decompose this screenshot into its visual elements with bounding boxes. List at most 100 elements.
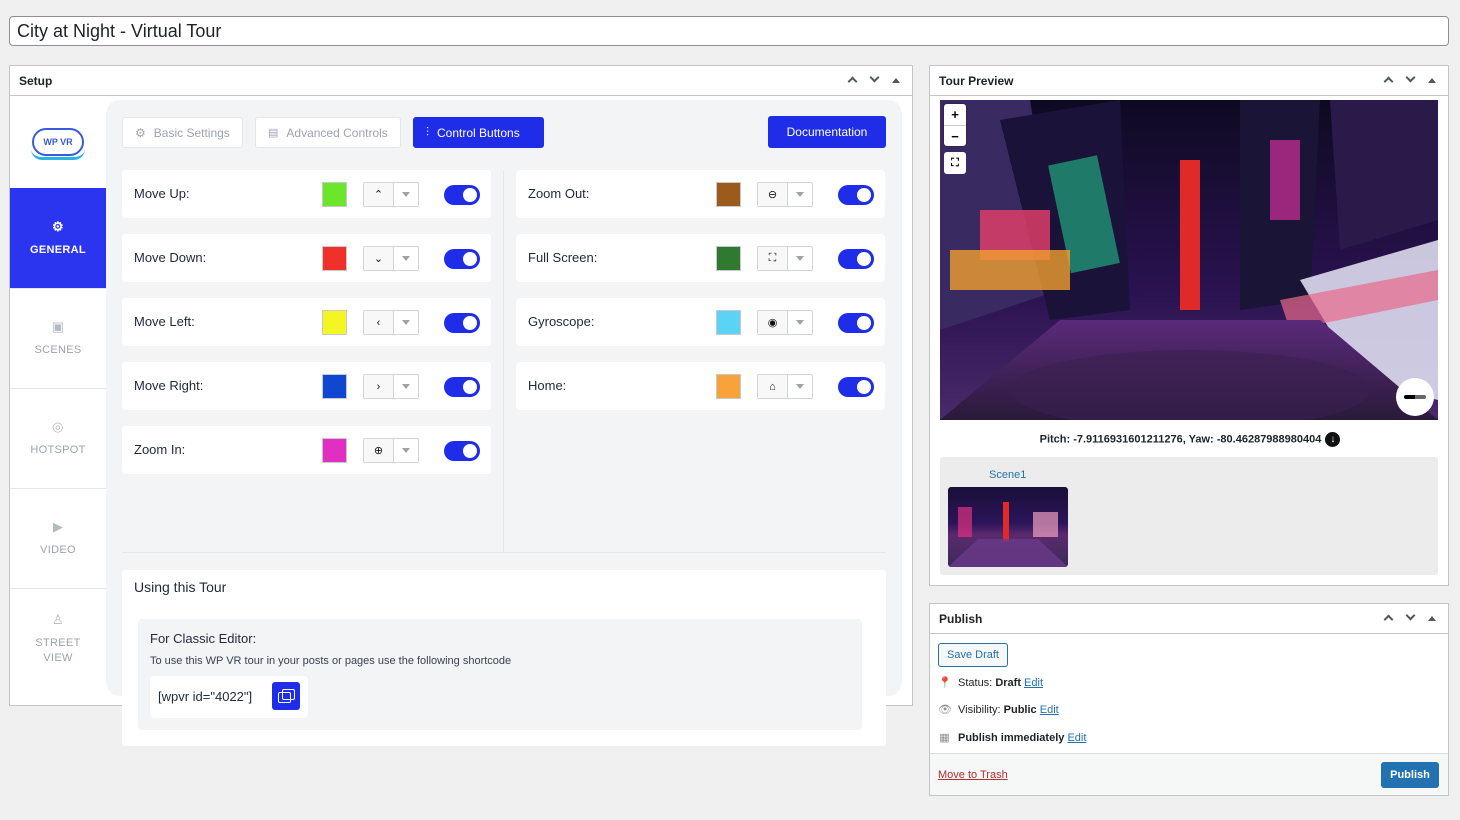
icon-select[interactable]: ⌄ [363, 246, 419, 271]
tab-basic-settings[interactable]: ⚙ Basic Settings [122, 117, 243, 148]
color-picker[interactable] [322, 310, 347, 335]
collapse-toggle-icon[interactable] [1425, 613, 1439, 624]
classic-editor-heading: For Classic Editor: [150, 631, 257, 646]
sidebar-item-hotspot[interactable]: ◎ HOTSPOT [10, 388, 106, 488]
color-picker[interactable] [322, 182, 347, 207]
sidebar-item-label: GENERAL [30, 243, 86, 256]
icon-select[interactable]: ⛶ [757, 246, 813, 271]
street-view-icon: ♙ [52, 611, 64, 627]
dropdown-caret-icon[interactable] [796, 384, 804, 389]
color-picker[interactable] [716, 246, 741, 271]
enable-toggle[interactable] [838, 249, 874, 269]
panorama-image[interactable] [940, 100, 1438, 420]
tab-advanced-controls[interactable]: ▤ Advanced Controls [255, 117, 401, 148]
enable-toggle[interactable] [444, 377, 480, 397]
save-draft-button[interactable]: Save Draft [938, 643, 1008, 667]
enable-toggle[interactable] [838, 313, 874, 333]
publish-button[interactable]: Publish [1381, 762, 1439, 788]
tour-preview-box: Tour Preview + − ⛶ Pitch: -7.91169316012… [929, 65, 1449, 586]
compass-icon[interactable] [1396, 378, 1434, 416]
scene-thumbnail[interactable] [948, 487, 1068, 567]
color-picker[interactable] [322, 374, 347, 399]
gear-icon: ⚙ [52, 218, 64, 234]
eye-icon: 👁 [938, 704, 952, 716]
post-title-input[interactable]: City at Night - Virtual Tour [9, 16, 1449, 46]
dropdown-caret-icon[interactable] [402, 384, 410, 389]
enable-toggle[interactable] [444, 185, 480, 205]
move-down-icon[interactable] [1403, 610, 1417, 626]
document-icon: ▤ [268, 127, 279, 139]
icon-select[interactable]: ⊕ [363, 438, 419, 463]
column-divider [503, 170, 504, 552]
color-picker[interactable] [322, 438, 347, 463]
documentation-button[interactable]: Documentation [768, 116, 886, 148]
color-picker[interactable] [716, 374, 741, 399]
copy-shortcode-button[interactable] [272, 682, 300, 710]
sidebar-item-street-view[interactable]: ♙ STREET VIEW [10, 588, 106, 688]
download-icon[interactable]: ↓ [1325, 432, 1341, 447]
sidebar-item-label: STREET VIEW [35, 636, 81, 664]
enable-toggle[interactable] [838, 185, 874, 205]
fullscreen-icon: ⛶ [768, 252, 777, 264]
enable-toggle[interactable] [838, 377, 874, 397]
setup-box-title: Setup [19, 73, 53, 88]
sidebar-item-general[interactable]: ⚙ GENERAL [10, 188, 106, 288]
color-picker[interactable] [716, 182, 741, 207]
collapse-toggle-icon[interactable] [889, 75, 903, 86]
home-icon: ⌂ [769, 380, 776, 393]
icon-select[interactable]: › [363, 374, 419, 399]
move-up-icon[interactable] [1381, 612, 1395, 626]
icon-select[interactable]: ⌂ [757, 374, 813, 399]
wpvr-logo: WP VR [10, 96, 106, 188]
shortcode-field[interactable]: [wpvr id="4022"] [150, 676, 308, 718]
shortcode-text[interactable]: [wpvr id="4022"] [158, 689, 252, 704]
zoom-out-button[interactable]: − [944, 125, 966, 146]
tab-label: Control Buttons [437, 125, 520, 140]
icon-select[interactable]: ⌃ [363, 182, 419, 207]
dropdown-caret-icon[interactable] [402, 320, 410, 325]
publish-box: Publish Save Draft 📍 Status: Draft Edit … [929, 603, 1449, 796]
tour-preview-title: Tour Preview [939, 73, 1014, 88]
edit-schedule-link[interactable]: Edit [1067, 732, 1086, 744]
icon-select[interactable]: ◉ [757, 310, 813, 335]
dropdown-caret-icon[interactable] [402, 448, 410, 453]
enable-toggle[interactable] [444, 249, 480, 269]
enable-toggle[interactable] [444, 313, 480, 333]
sliders-icon: ⫶ [426, 125, 430, 139]
dropdown-caret-icon[interactable] [402, 256, 410, 261]
icon-select[interactable]: ⊖ [757, 182, 813, 207]
panorama-viewer[interactable]: + − ⛶ [940, 100, 1438, 420]
video-icon: ▶ [52, 519, 64, 534]
move-up-icon[interactable] [845, 74, 859, 88]
control-row: Move Right: › [122, 362, 491, 410]
plus-circle-icon: ⊕ [373, 445, 384, 457]
edit-visibility-link[interactable]: Edit [1040, 704, 1059, 716]
move-down-icon[interactable] [867, 72, 881, 88]
icon-select[interactable]: ‹ [363, 310, 419, 335]
tab-control-buttons[interactable]: ⫶ Control Buttons [413, 117, 544, 148]
fullscreen-button[interactable]: ⛶ [944, 152, 966, 174]
control-label: Move Right: [134, 378, 204, 393]
color-picker[interactable] [322, 246, 347, 271]
tab-label: Basic Settings [153, 125, 230, 140]
dropdown-caret-icon[interactable] [796, 320, 804, 325]
sidebar-item-scenes[interactable]: ▣ SCENES [10, 288, 106, 388]
sidebar-item-video[interactable]: ▶ VIDEO [10, 488, 106, 588]
control-row: Full Screen: ⛶ [516, 234, 885, 282]
zoom-in-button[interactable]: + [944, 104, 966, 125]
dropdown-caret-icon[interactable] [796, 192, 804, 197]
collapse-toggle-icon[interactable] [1425, 75, 1439, 86]
control-row: Gyroscope: ◉ [516, 298, 885, 346]
logo-text: WP VR [43, 137, 73, 147]
move-to-trash-link[interactable]: Move to Trash [938, 769, 1008, 781]
move-up-icon[interactable] [1381, 74, 1395, 88]
sidebar-item-label: VIDEO [40, 544, 76, 556]
enable-toggle[interactable] [444, 441, 480, 461]
dropdown-caret-icon[interactable] [796, 256, 804, 261]
move-down-icon[interactable] [1403, 72, 1417, 88]
dropdown-caret-icon[interactable] [402, 192, 410, 197]
color-picker[interactable] [716, 310, 741, 335]
pitch-yaw-text: Pitch: -7.9116931601211276, Yaw: -80.462… [1039, 433, 1322, 446]
edit-status-link[interactable]: Edit [1024, 677, 1043, 689]
schedule-row: ▦ Publish immediately Edit [938, 731, 1086, 745]
